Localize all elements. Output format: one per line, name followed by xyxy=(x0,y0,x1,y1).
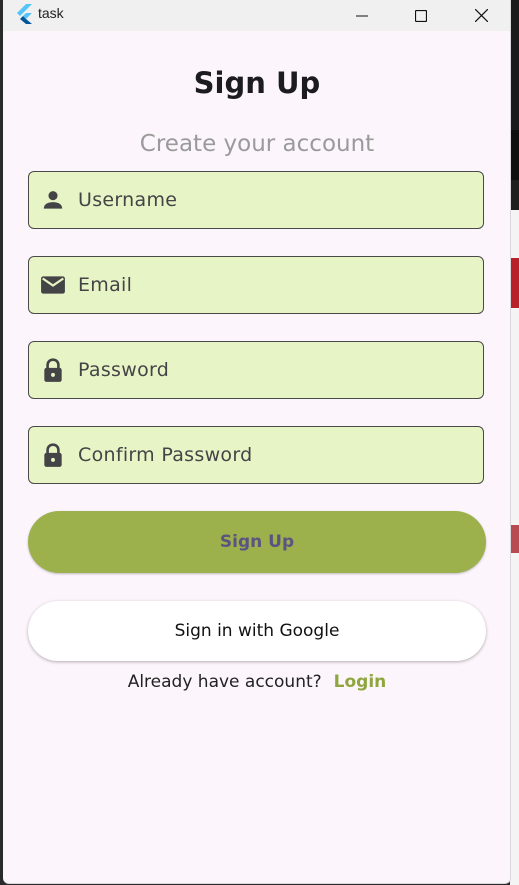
close-icon xyxy=(474,9,488,22)
email-placeholder: Email xyxy=(78,274,133,296)
confirm-password-placeholder: Confirm Password xyxy=(78,444,253,466)
login-link[interactable]: Login xyxy=(334,672,387,692)
page-subtitle: Create your account xyxy=(139,131,375,157)
username-field[interactable]: Username xyxy=(28,171,484,229)
mail-icon xyxy=(41,276,65,294)
page-title: Sign Up xyxy=(193,66,321,100)
maximize-button[interactable] xyxy=(398,0,444,31)
login-prompt: Already have account? xyxy=(127,672,322,692)
desktop-background xyxy=(510,0,519,885)
confirm-password-field[interactable]: Confirm Password xyxy=(28,426,484,484)
login-row: Already have account? Login xyxy=(3,672,510,692)
app-window: task Sign Up Create your account Usernam… xyxy=(3,0,511,884)
lock-icon xyxy=(44,443,62,467)
title-bar[interactable]: task xyxy=(3,0,510,31)
close-button[interactable] xyxy=(458,0,504,31)
password-field[interactable]: Password xyxy=(28,341,484,399)
email-field[interactable]: Email xyxy=(28,256,484,314)
username-placeholder: Username xyxy=(78,189,178,211)
signup-form: Sign Up Create your account Username Ema… xyxy=(3,31,510,883)
person-icon xyxy=(43,191,63,209)
google-signin-button[interactable]: Sign in with Google xyxy=(28,601,486,661)
password-placeholder: Password xyxy=(78,359,170,381)
minimize-icon xyxy=(356,15,368,16)
minimize-button[interactable] xyxy=(339,0,385,31)
window-title: task xyxy=(38,5,64,21)
lock-icon xyxy=(44,358,62,382)
signup-button[interactable]: Sign Up xyxy=(28,511,486,573)
maximize-icon xyxy=(415,9,427,22)
flutter-logo-icon xyxy=(17,4,32,24)
